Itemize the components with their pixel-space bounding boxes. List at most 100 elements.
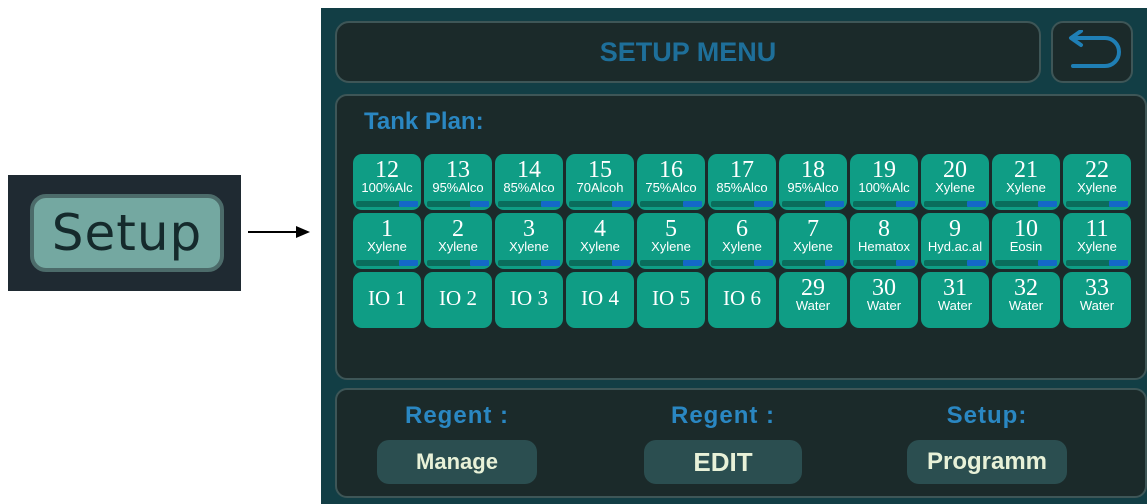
tank-plan-title: Tank Plan:	[364, 108, 484, 135]
page-title: SETUP MENU	[335, 21, 1041, 83]
io-label: IO 3	[510, 286, 548, 310]
tank-button[interactable]: 3 Xylene	[495, 213, 563, 269]
tank-level-bar	[356, 260, 418, 266]
bottom-actions-panel: Regent : Manage Regent : EDIT Setup: Pro…	[335, 388, 1147, 498]
tank-level-fill	[825, 201, 844, 207]
tank-reagent-name: Xylene	[793, 240, 833, 254]
tank-level-bar	[924, 260, 986, 266]
tank-number: 17	[730, 157, 754, 183]
tank-button[interactable]: 14 85%Alco	[495, 154, 563, 210]
edit-button[interactable]: EDIT	[644, 440, 802, 484]
setup-button[interactable]: Setup	[30, 194, 224, 272]
tank-number: 9	[949, 216, 961, 242]
programm-button[interactable]: Programm	[907, 440, 1067, 484]
tank-button[interactable]: 2 Xylene	[424, 213, 492, 269]
tank-button[interactable]: 15 70Alcoh	[566, 154, 634, 210]
tank-reagent-name: Water	[937, 299, 973, 313]
tank-reagent-name: Xylene	[367, 240, 407, 254]
tank-number: 1	[381, 216, 393, 242]
tank-button[interactable]: 11 Xylene	[1063, 213, 1131, 269]
tank-plan-panel: Tank Plan: 12 100%Alc 13 95%Alco 14 85%Alco 15…	[335, 94, 1147, 380]
tank-button[interactable]: 33 Water	[1063, 272, 1131, 328]
return-arrow-icon	[1069, 30, 1121, 68]
tank-reagent-name: 85%Alco	[503, 181, 555, 195]
tank-reagent-name: Xylene	[509, 240, 549, 254]
io-label: IO 4	[581, 286, 619, 310]
tank-button[interactable]: 16 75%Alco	[637, 154, 705, 210]
tank-number: 6	[736, 216, 748, 242]
tank-button[interactable]: 4 Xylene	[566, 213, 634, 269]
tank-level-bar	[711, 201, 773, 207]
tank-level-bar	[853, 201, 915, 207]
tank-level-fill	[896, 260, 915, 266]
tank-number: 30	[872, 275, 896, 301]
tank-level-bar	[569, 260, 631, 266]
setup-menu-screen: SETUP MENU Tank Plan: 12 100%Alc 13 95%Alco…	[321, 8, 1147, 504]
tank-level-fill	[683, 201, 702, 207]
tank-button[interactable]: 30 Water	[850, 272, 918, 328]
tank-button[interactable]: 19 100%Alc	[850, 154, 918, 210]
tank-button[interactable]: 13 95%Alco	[424, 154, 492, 210]
tank-button[interactable]: 21 Xylene	[992, 154, 1060, 210]
tank-button[interactable]: 20 Xylene	[921, 154, 989, 210]
tank-level-fill	[754, 260, 773, 266]
io-tank-button[interactable]: IO 5	[637, 272, 705, 328]
tank-level-bar	[640, 201, 702, 207]
tank-button[interactable]: 12 100%Alc	[353, 154, 421, 210]
tank-reagent-name: 75%Alco	[645, 181, 697, 195]
tank-level-bar	[711, 260, 773, 266]
tank-level-fill	[967, 260, 986, 266]
tank-reagent-name: Xylene	[1077, 240, 1117, 254]
tank-button[interactable]: 18 95%Alco	[779, 154, 847, 210]
io-tank-button[interactable]: IO 6	[708, 272, 776, 328]
tank-button[interactable]: 10 Eosin	[992, 213, 1060, 269]
tank-reagent-name: Hyd.ac.al	[927, 240, 983, 254]
tank-reagent-name: Water	[1008, 299, 1044, 313]
tank-level-fill	[683, 260, 702, 266]
tank-number: 13	[446, 157, 470, 183]
tank-number: 29	[801, 275, 825, 301]
tank-button[interactable]: 9 Hyd.ac.al	[921, 213, 989, 269]
tank-level-fill	[825, 260, 844, 266]
tank-reagent-name: 70Alcoh	[576, 181, 624, 195]
tank-button[interactable]: 31 Water	[921, 272, 989, 328]
tank-button[interactable]: 17 85%Alco	[708, 154, 776, 210]
tank-grid: 12 100%Alc 13 95%Alco 14 85%Alco 15 70Alcoh 16 75…	[353, 154, 1133, 331]
tank-button[interactable]: 7 Xylene	[779, 213, 847, 269]
io-tank-button[interactable]: IO 2	[424, 272, 492, 328]
tank-level-fill	[399, 260, 418, 266]
tank-number: 32	[1014, 275, 1038, 301]
tank-button[interactable]: 22 Xylene	[1063, 154, 1131, 210]
tank-number: 3	[523, 216, 535, 242]
tank-number: 18	[801, 157, 825, 183]
tank-reagent-name: Xylene	[580, 240, 620, 254]
manage-button[interactable]: Manage	[377, 440, 537, 484]
tank-reagent-name: Water	[1079, 299, 1115, 313]
tank-level-bar	[853, 260, 915, 266]
tank-number: 8	[878, 216, 890, 242]
tank-number: 19	[872, 157, 896, 183]
tank-button[interactable]: 29 Water	[779, 272, 847, 328]
io-tank-button[interactable]: IO 3	[495, 272, 563, 328]
tank-reagent-name: Eosin	[1009, 240, 1043, 254]
tank-button[interactable]: 1 Xylene	[353, 213, 421, 269]
tank-button[interactable]: 5 Xylene	[637, 213, 705, 269]
tank-button[interactable]: 6 Xylene	[708, 213, 776, 269]
tank-reagent-name: 85%Alco	[716, 181, 768, 195]
tank-reagent-name: 100%Alc	[361, 181, 413, 195]
tank-number: 14	[517, 157, 541, 183]
tank-level-fill	[612, 201, 631, 207]
tank-button[interactable]: 8 Hematox	[850, 213, 918, 269]
tank-button[interactable]: 32 Water	[992, 272, 1060, 328]
io-tank-button[interactable]: IO 1	[353, 272, 421, 328]
tank-level-fill	[967, 201, 986, 207]
tank-number: 5	[665, 216, 677, 242]
tank-reagent-name: 95%Alco	[432, 181, 484, 195]
tank-reagent-name: Hematox	[857, 240, 911, 254]
back-button[interactable]	[1051, 21, 1133, 83]
io-tank-button[interactable]: IO 4	[566, 272, 634, 328]
tank-level-bar	[498, 201, 560, 207]
tank-level-fill	[612, 260, 631, 266]
tank-reagent-name: Xylene	[722, 240, 762, 254]
setup-zoom-inset: Setup	[8, 175, 241, 291]
